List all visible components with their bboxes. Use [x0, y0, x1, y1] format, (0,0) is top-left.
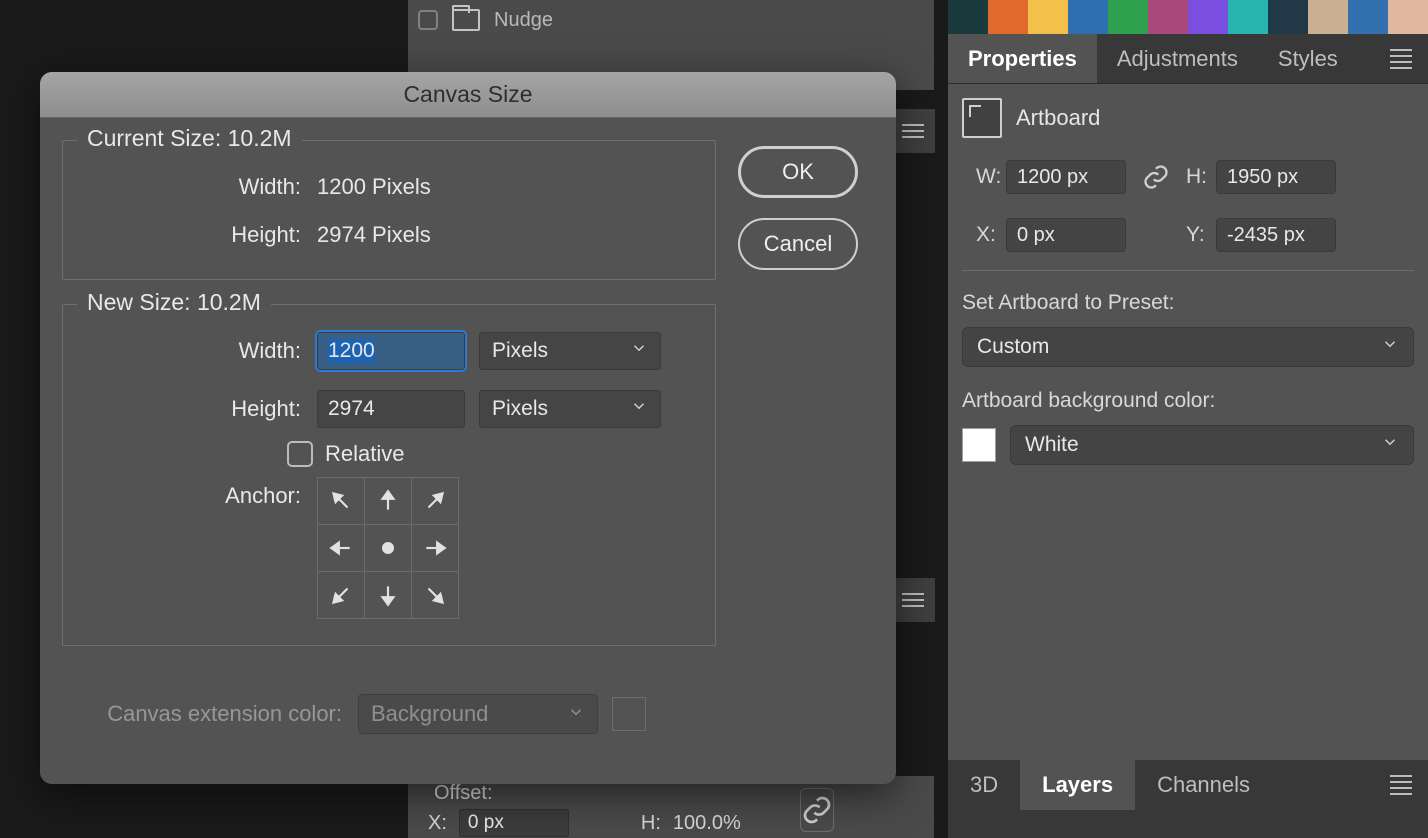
- new-height-units-select[interactable]: Pixels: [479, 390, 661, 428]
- chevron-down-icon: [1381, 335, 1399, 359]
- bottom-panel: 3D Layers Channels: [948, 760, 1428, 838]
- anchor-s[interactable]: [365, 572, 411, 618]
- current-width-label: Width:: [87, 174, 317, 200]
- link-icon[interactable]: [800, 788, 834, 832]
- height-label: H:: [1186, 165, 1216, 189]
- new-height-input[interactable]: [317, 390, 465, 428]
- extension-color-value: Background: [371, 701, 488, 727]
- tab-properties[interactable]: Properties: [948, 34, 1097, 83]
- offset-panel: Offset: X: H: 100.0%: [408, 776, 934, 838]
- new-size-fieldset: New Size: 10.2M Width: Pixels Height: Pi…: [62, 304, 716, 646]
- tab-channels[interactable]: Channels: [1135, 760, 1272, 810]
- tab-layers[interactable]: Layers: [1020, 760, 1135, 810]
- panel-menu-icon[interactable]: [1374, 49, 1428, 69]
- bgcolor-swatch[interactable]: [962, 428, 996, 462]
- width-label: W:: [976, 165, 1006, 189]
- bgcolor-label: Artboard background color:: [962, 389, 1414, 413]
- current-size-fieldset: Current Size: 10.2M Width: 1200 Pixels H…: [62, 140, 716, 280]
- current-width-value: 1200 Pixels: [317, 174, 431, 200]
- x-input[interactable]: [1006, 218, 1126, 252]
- bgcolor-value: White: [1025, 433, 1079, 457]
- chevron-down-icon: [1381, 433, 1399, 457]
- preset-label: Set Artboard to Preset:: [962, 291, 1414, 315]
- anchor-w[interactable]: [318, 525, 364, 571]
- chevron-down-icon: [567, 701, 585, 727]
- offset-h-value: 100.0%: [673, 812, 741, 835]
- select-value: Pixels: [492, 339, 548, 363]
- folder-icon: [452, 9, 480, 31]
- anchor-center[interactable]: [365, 525, 411, 571]
- extension-color-swatch: [612, 697, 646, 731]
- ok-button[interactable]: OK: [738, 146, 858, 198]
- y-input[interactable]: [1216, 218, 1336, 252]
- properties-panel: Properties Adjustments Styles Artboard W…: [948, 0, 1428, 838]
- anchor-e[interactable]: [412, 525, 458, 571]
- tab-adjustments[interactable]: Adjustments: [1097, 34, 1258, 83]
- offset-x-input[interactable]: [459, 809, 569, 837]
- current-size-legend: Current Size: 10.2M: [77, 125, 302, 152]
- history-item-label: Nudge: [494, 9, 553, 32]
- new-height-label: Height:: [87, 396, 317, 422]
- new-width-units-select[interactable]: Pixels: [479, 332, 661, 370]
- artboard-icon: [962, 98, 1002, 138]
- anchor-se[interactable]: [412, 572, 458, 618]
- select-value: Pixels: [492, 397, 548, 421]
- preset-value: Custom: [977, 335, 1049, 359]
- anchor-ne[interactable]: [412, 478, 458, 524]
- canvas-size-dialog: Canvas Size Current Size: 10.2M Width: 1…: [40, 72, 896, 784]
- chevron-down-icon: [630, 397, 648, 421]
- link-dimensions-icon[interactable]: [1126, 163, 1186, 191]
- chevron-down-icon: [630, 339, 648, 363]
- y-label: Y:: [1186, 223, 1216, 247]
- new-size-legend: New Size: 10.2M: [77, 289, 271, 316]
- panel-menu-icon[interactable]: [1374, 775, 1428, 795]
- width-input[interactable]: [1006, 160, 1126, 194]
- extension-color-label: Canvas extension color:: [86, 701, 344, 727]
- relative-checkbox[interactable]: [287, 441, 313, 467]
- anchor-n[interactable]: [365, 478, 411, 524]
- height-input[interactable]: [1216, 160, 1336, 194]
- history-checkbox[interactable]: [418, 10, 438, 30]
- panel-collapse-button[interactable]: [891, 109, 935, 153]
- preset-select[interactable]: Custom: [962, 327, 1414, 367]
- relative-label: Relative: [325, 441, 404, 467]
- current-height-value: 2974 Pixels: [317, 222, 431, 248]
- new-width-label: Width:: [87, 338, 317, 364]
- properties-tabs: Properties Adjustments Styles: [948, 34, 1428, 84]
- offset-x-label: X:: [428, 812, 447, 835]
- x-label: X:: [976, 223, 1006, 247]
- bgcolor-select[interactable]: White: [1010, 425, 1414, 465]
- tab-styles[interactable]: Styles: [1258, 34, 1358, 83]
- anchor-label: Anchor:: [87, 477, 317, 509]
- artboard-title: Artboard: [1016, 105, 1100, 131]
- anchor-sw[interactable]: [318, 572, 364, 618]
- offset-h-label: H:: [641, 812, 661, 835]
- tab-3d[interactable]: 3D: [948, 760, 1020, 810]
- current-height-label: Height:: [87, 222, 317, 248]
- thumbnail-strip: [948, 0, 1428, 34]
- offset-label: Offset:: [428, 782, 914, 805]
- panel-collapse-button[interactable]: [891, 578, 935, 622]
- dialog-title: Canvas Size: [40, 72, 896, 118]
- extension-color-select: Background: [358, 694, 598, 734]
- anchor-grid: [317, 477, 459, 619]
- history-item-nudge[interactable]: Nudge: [408, 0, 934, 40]
- new-width-input[interactable]: [317, 332, 465, 370]
- cancel-button[interactable]: Cancel: [738, 218, 858, 270]
- anchor-nw[interactable]: [318, 478, 364, 524]
